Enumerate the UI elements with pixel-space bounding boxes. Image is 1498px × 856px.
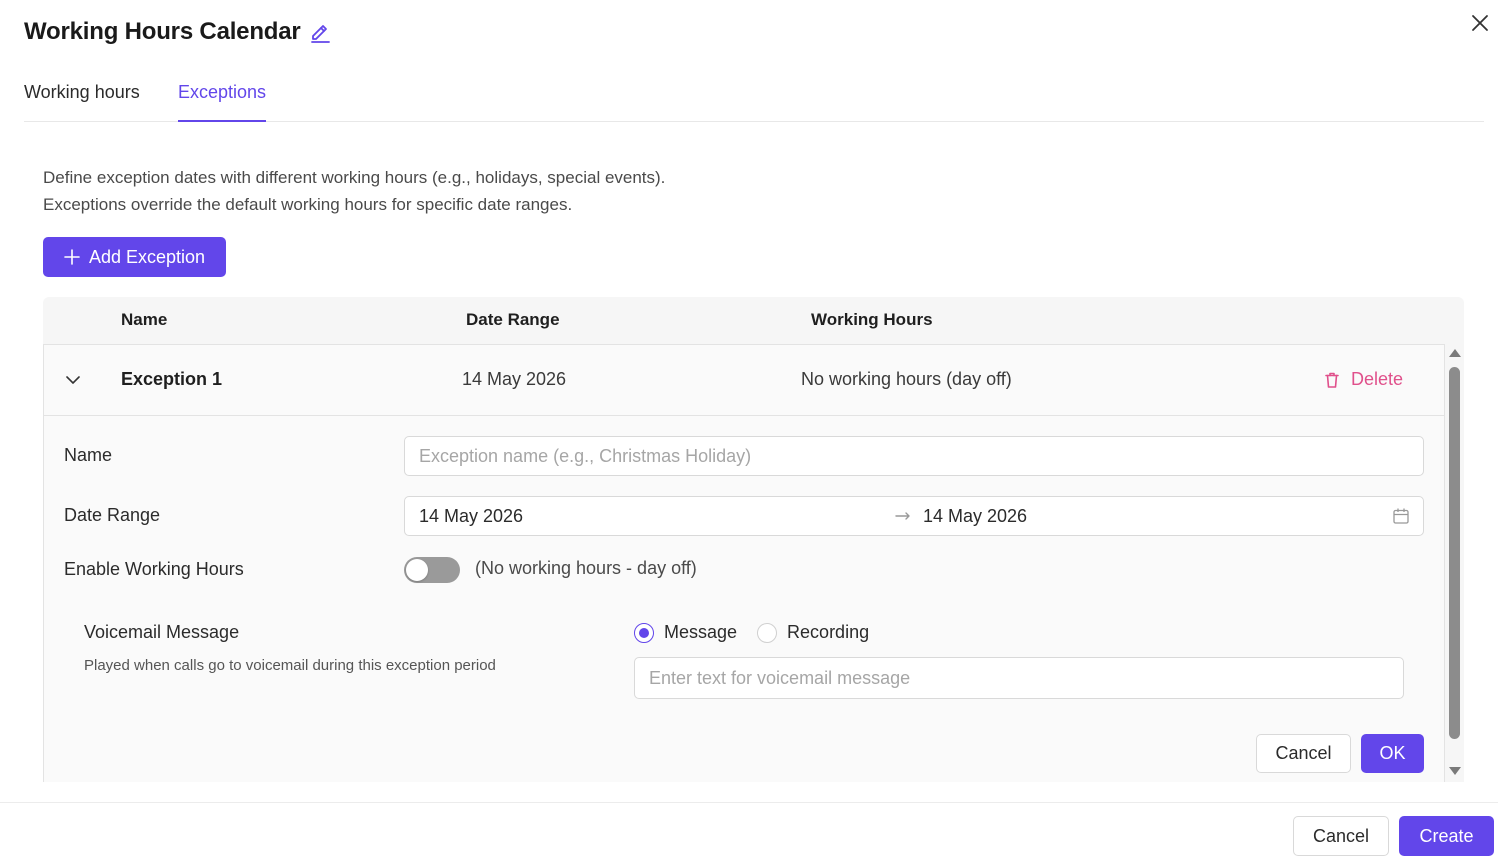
date-range-label: Date Range [64,505,161,525]
add-exception-button[interactable]: Add Exception [43,237,226,277]
tab-bar: Working hours Exceptions [24,78,1484,122]
radio-recording[interactable]: Recording [757,622,869,643]
dialog-header: Working Hours Calendar [24,18,331,46]
dialog-footer: Cancel Create [0,802,1498,856]
tab-working-hours[interactable]: Working hours [24,82,140,122]
column-header-name: Name [121,310,168,329]
enable-working-hours-label: Enable Working Hours [64,559,244,579]
scroll-up-arrow-icon[interactable] [1449,349,1461,357]
arrow-right-icon [894,507,912,525]
radio-message[interactable]: Message [634,622,737,643]
exception-name-placeholder: Exception name (e.g., Christmas Holiday) [419,445,752,466]
toggle-knob [406,559,428,581]
end-date-value[interactable]: 14 May 2026 [923,506,1027,527]
radio-recording-label: Recording [787,622,870,642]
exception-name-cell: Exception 1 [121,369,223,389]
delete-label: Delete [1351,369,1404,389]
scroll-down-arrow-icon[interactable] [1449,767,1461,775]
voicemail-message-placeholder: Enter text for voicemail message [649,667,911,688]
edit-pencil-icon[interactable] [309,21,331,43]
toggle-status-note: (No working hours - day off) [475,558,697,578]
trash-icon [1323,371,1341,389]
exception-hours-cell: No working hours (day off) [801,369,1012,389]
voicemail-subtitle: Played when calls go to voicemail during… [84,657,496,674]
tab-exceptions[interactable]: Exceptions [178,82,267,122]
exceptions-table: Name Date Range Working Hours Exception … [43,297,1464,782]
create-button[interactable]: Create [1399,816,1494,856]
exception-row-header[interactable]: Exception 1 14 May 2026 No working hours… [44,345,1444,416]
radio-message-label: Message [664,622,738,642]
enable-working-hours-toggle[interactable] [404,557,460,583]
delete-button[interactable]: Delete [1323,369,1403,390]
column-header-date-range: Date Range [466,310,560,329]
voicemail-message-input[interactable]: Enter text for voicemail message [634,657,1404,699]
scrollbar-thumb[interactable] [1449,367,1460,739]
name-label: Name [64,445,113,465]
description-line-1: Define exception dates with different wo… [43,168,666,187]
dialog-title: Working Hours Calendar [24,18,301,45]
radio-recording-circle[interactable] [757,622,778,643]
table-row: Exception 1 14 May 2026 No working hours… [43,344,1445,782]
plus-icon [64,249,80,265]
voicemail-type-radio-group: Message Recording [634,622,869,643]
voicemail-title: Voicemail Message [84,622,240,642]
description-line-2: Exceptions override the default working … [43,195,573,214]
exception-date-cell: 14 May 2026 [462,369,567,389]
exception-name-input[interactable]: Exception name (e.g., Christmas Holiday) [404,436,1424,476]
description: Define exception dates with different wo… [43,164,665,218]
form-cancel-button[interactable]: Cancel [1256,734,1351,773]
footer-cancel-button[interactable]: Cancel [1293,816,1389,856]
column-header-working-hours: Working Hours [811,310,933,329]
table-header: Name Date Range Working Hours [43,297,1464,344]
radio-message-circle[interactable] [634,622,654,643]
calendar-icon[interactable] [1392,507,1410,525]
start-date-value[interactable]: 14 May 2026 [419,506,523,527]
chevron-down-icon[interactable] [64,371,82,389]
date-range-picker[interactable]: 14 May 2026 14 May 2026 [404,496,1424,536]
table-scrollbar[interactable] [1446,345,1464,782]
close-icon[interactable] [1469,12,1491,34]
form-ok-button[interactable]: OK [1361,734,1424,773]
add-exception-label: Add Exception [88,246,206,267]
